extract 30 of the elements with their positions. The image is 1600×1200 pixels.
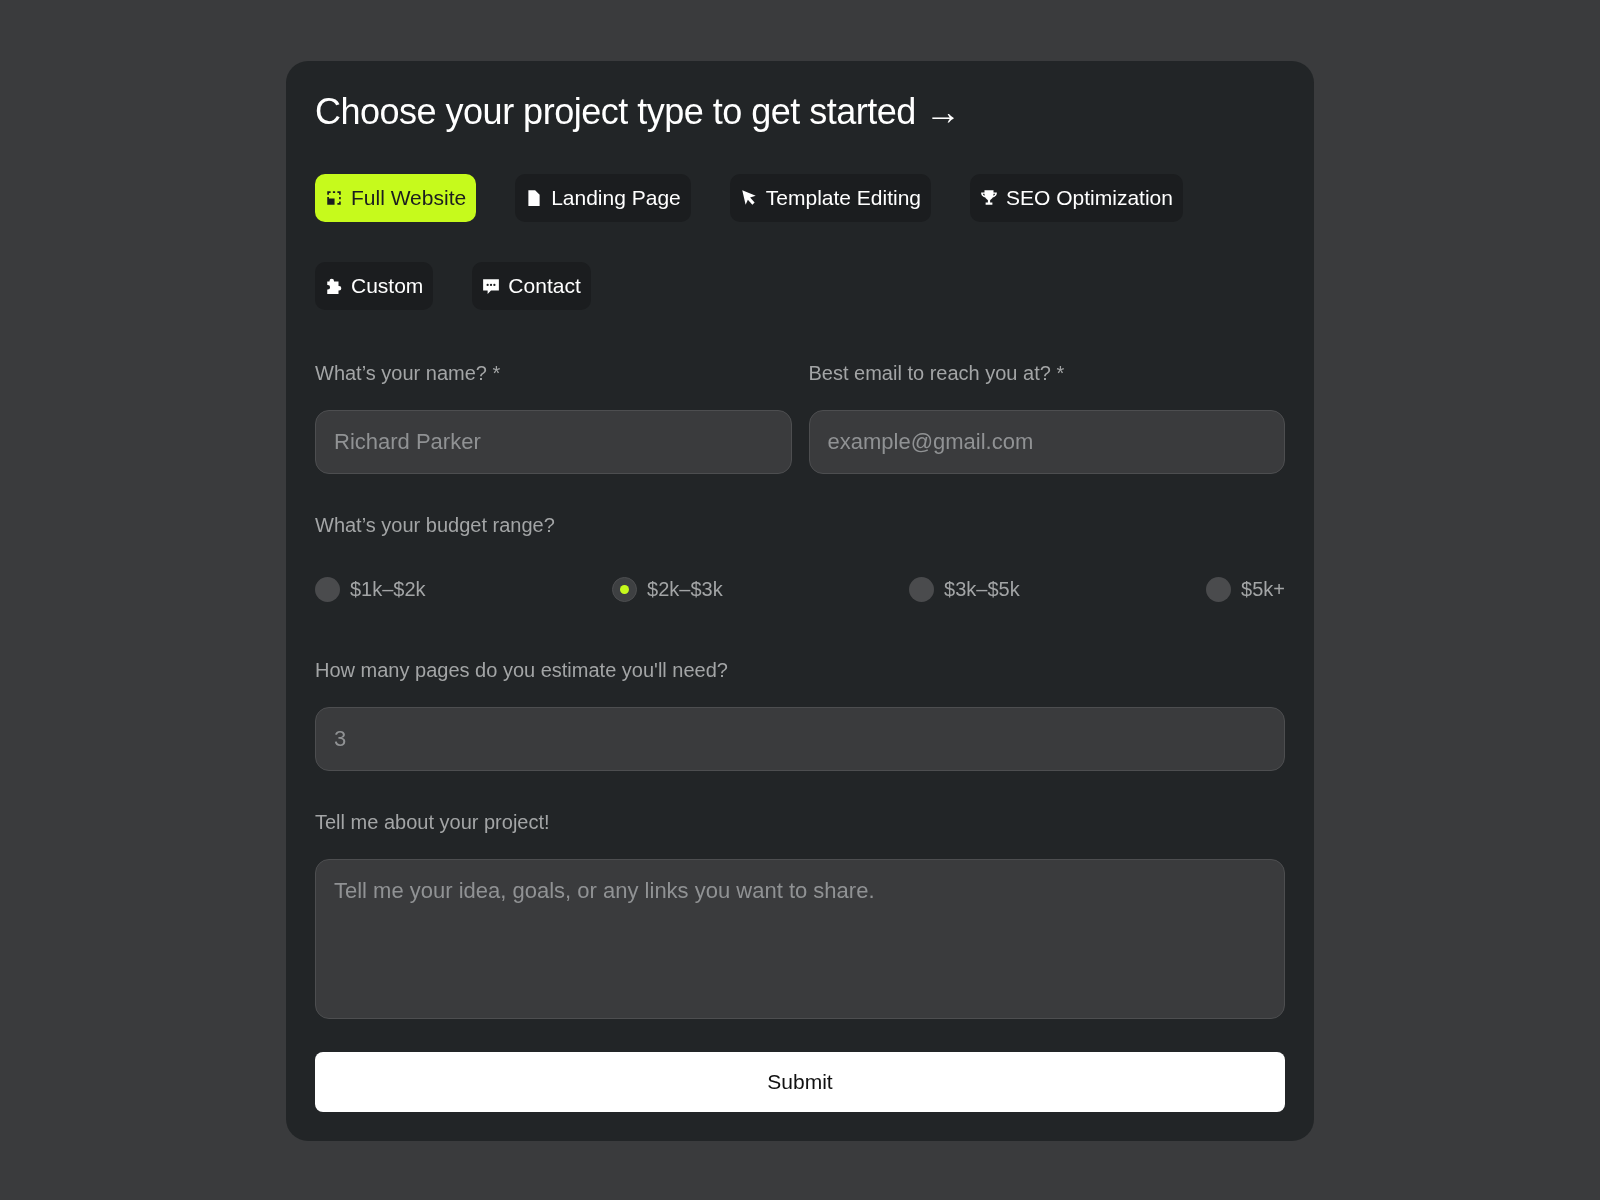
project-field[interactable]: Tell me your idea, goals, or any links you want to share. <box>315 858 1285 1019</box>
field-label: What’s your budget range? <box>315 513 556 537</box>
radio-button[interactable] <box>315 576 340 602</box>
project-type-tab[interactable]: Contact <box>472 261 591 310</box>
pages-field[interactable]: 3 <box>315 706 1285 771</box>
radio-button[interactable] <box>1206 576 1232 602</box>
email-field[interactable]: example@gmail.com <box>808 409 1285 474</box>
submit-button[interactable]: Submit <box>315 1051 1285 1112</box>
field-label: How many pages do you estimate you'll need? <box>315 658 729 682</box>
field-label: What’s your name? * <box>315 361 502 385</box>
trophy-icon <box>980 188 999 207</box>
radio-button[interactable] <box>909 576 935 602</box>
project-type-tab[interactable]: Custom <box>315 261 434 310</box>
field-label: Best email to reach you at? * <box>808 361 1066 385</box>
radio-button[interactable] <box>612 576 637 602</box>
chat-icon <box>482 276 501 295</box>
field-label: Tell me about your project! <box>315 810 551 834</box>
project-type-tab[interactable]: Landing Page <box>515 173 691 222</box>
name-field[interactable]: Richard Parker <box>315 409 792 474</box>
radio-label: $2k–$3k <box>647 577 723 601</box>
selection-icon <box>325 188 343 207</box>
radio-label: $3k–$5k <box>944 577 1020 601</box>
project-type-tab[interactable]: Template Editing <box>729 173 932 222</box>
project-type-tab[interactable]: Full Website <box>315 173 477 222</box>
form-title: Choose your project type to get started → <box>315 90 962 134</box>
cursor-icon <box>739 188 758 207</box>
project-type-tab[interactable]: SEO Optimization <box>970 173 1183 222</box>
radio-label: $5k+ <box>1241 577 1285 601</box>
radio-label: $1k–$2k <box>350 577 426 601</box>
puzzle-icon <box>325 276 343 295</box>
